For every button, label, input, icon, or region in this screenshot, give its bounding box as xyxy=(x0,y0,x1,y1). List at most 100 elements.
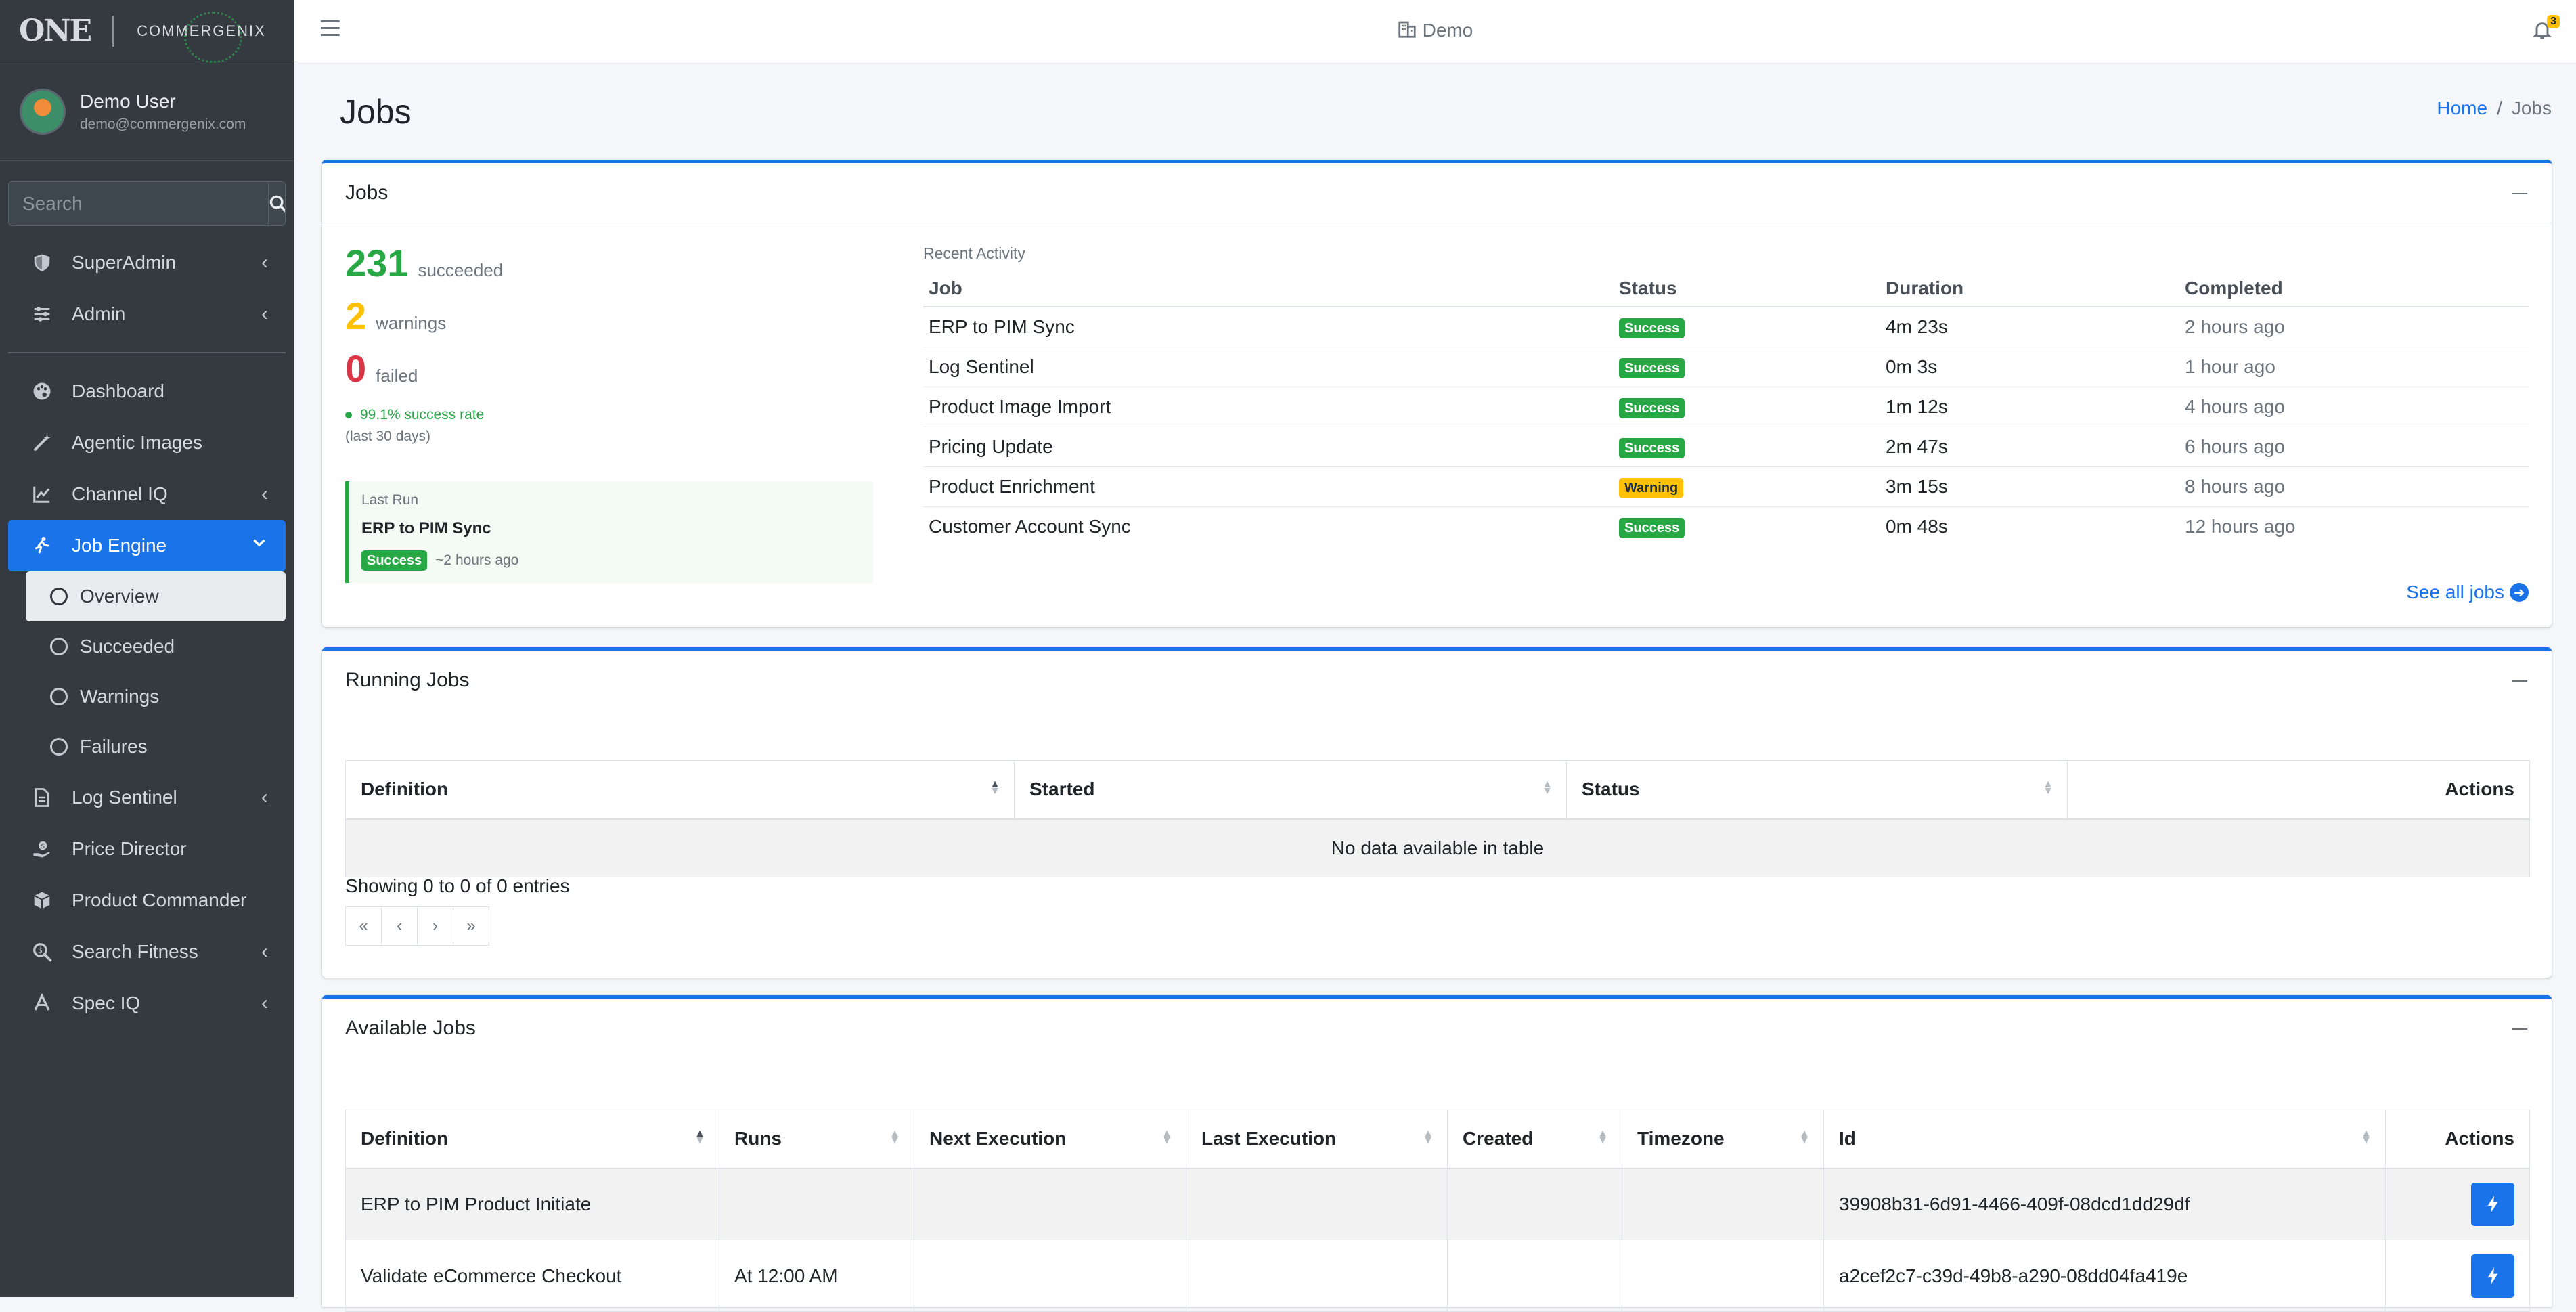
sidebar-item-dashboard[interactable]: Dashboard xyxy=(8,366,286,417)
breadcrumb-home-link[interactable]: Home xyxy=(2437,97,2487,118)
collapse-button[interactable] xyxy=(2512,193,2527,194)
recent-activity-table: Job Status Duration Completed ERP to PIM… xyxy=(923,278,2529,546)
warnings-label: warnings xyxy=(376,313,447,333)
column-header-next-execution[interactable]: Next Execution ▲ ▼ xyxy=(914,1110,1186,1169)
pager-first-button[interactable]: « xyxy=(345,906,382,946)
run-job-button[interactable] xyxy=(2471,1254,2514,1298)
pager-last-button[interactable]: » xyxy=(453,906,489,946)
sidebar-item-agentic-images[interactable]: Agentic Images xyxy=(8,417,286,468)
last-run-when: ~2 hours ago xyxy=(435,552,519,568)
sidebar-item-label: SuperAdmin xyxy=(72,252,177,273)
sidebar-item-label: Overview xyxy=(80,586,159,607)
job-status: Warning xyxy=(1614,466,1880,507)
column-header-id[interactable]: Id ▲ ▼ xyxy=(1823,1110,2386,1169)
tenant-selector[interactable]: Demo xyxy=(294,19,2576,44)
table-row[interactable]: Pricing Update Success 2m 47s 6 hours ag… xyxy=(923,427,2529,467)
sidebar-item-label: Channel IQ xyxy=(72,483,168,504)
job-completed: 4 hours ago xyxy=(2179,387,2529,427)
table-row: No data available in table xyxy=(345,818,2530,877)
search-input[interactable] xyxy=(9,182,268,225)
column-header-last-execution[interactable]: Last Execution ▲ ▼ xyxy=(1186,1110,1448,1169)
success-rate: 99.1% success rate xyxy=(345,407,880,423)
table-row[interactable]: ERP to PIM Sync Success 4m 23s 2 hours a… xyxy=(923,306,2529,347)
sidebar-item-label: Product Commander xyxy=(72,890,247,911)
user-panel[interactable]: Demo User demo@commergenix.com xyxy=(0,62,294,161)
column-header-status: Status xyxy=(1614,278,1880,307)
succeeded-count: 231 xyxy=(345,242,409,284)
column-header-created[interactable]: Created ▲ ▼ xyxy=(1447,1110,1622,1169)
collapse-button[interactable] xyxy=(2512,680,2527,682)
run-job-button[interactable] xyxy=(2471,1182,2514,1226)
circle-icon xyxy=(50,738,68,756)
sidebar-item-price-director[interactable]: $ Price Director xyxy=(8,823,286,875)
column-header-status[interactable]: Status ▲ ▼ xyxy=(1566,760,2068,820)
svg-text:$: $ xyxy=(41,843,45,850)
page-title: Jobs xyxy=(340,93,412,131)
sidebar-item-label: Agentic Images xyxy=(72,432,202,453)
user-name[interactable]: Demo User xyxy=(80,91,246,112)
succeeded-label: succeeded xyxy=(418,260,504,280)
stats-period: (last 30 days) xyxy=(345,429,431,444)
see-all-jobs-link[interactable]: See all jobs ➜ xyxy=(2406,582,2529,603)
see-all-jobs-text: See all jobs xyxy=(2406,582,2504,603)
sidebar-item-job-engine[interactable]: Job Engine xyxy=(8,520,286,571)
table-row[interactable]: Product Enrichment Warning 3m 15s 8 hour… xyxy=(923,466,2529,507)
column-header-actions: Actions xyxy=(2385,1110,2530,1169)
sidebar-item-label: Search Fitness xyxy=(72,941,198,962)
sidebar-item-label: Warnings xyxy=(80,686,160,707)
column-header-started[interactable]: Started ▲ ▼ xyxy=(1014,760,1567,820)
pager-next-button[interactable]: › xyxy=(417,906,453,946)
user-email: demo@commergenix.com xyxy=(80,116,246,132)
last-run-meta: Success ~2 hours ago xyxy=(361,550,873,571)
sidebar-subitem-succeeded[interactable]: Succeeded xyxy=(26,621,286,672)
column-header-definition[interactable]: Definition ▲ ▼ xyxy=(345,1110,719,1169)
pager-prev-button[interactable]: ‹ xyxy=(381,906,418,946)
notifications-button[interactable]: 3 xyxy=(2531,15,2560,43)
sidebar-item-label: Log Sentinel xyxy=(72,787,177,808)
avatar[interactable] xyxy=(22,90,64,133)
sidebar-item-spec-iq[interactable]: Spec IQ ‹ xyxy=(8,978,286,1029)
column-header-timezone[interactable]: Timezone ▲ ▼ xyxy=(1622,1110,1824,1169)
search-button[interactable] xyxy=(268,182,285,225)
table-row[interactable]: Product Image Import Success 1m 12s 4 ho… xyxy=(923,387,2529,427)
brand-logo[interactable]: ONE COMMERGENIX xyxy=(0,0,294,63)
sort-icon: ▲ ▼ xyxy=(694,1128,705,1146)
sidebar-item-product-commander[interactable]: Product Commander xyxy=(8,875,286,926)
sidebar-subitem-failures[interactable]: Failures xyxy=(26,722,286,772)
logo-commergenix: COMMERGENIX xyxy=(137,11,266,63)
sidebar-subitem-overview[interactable]: Overview xyxy=(26,571,286,621)
sidebar-item-label: Job Engine xyxy=(72,535,167,556)
column-header-label: Created xyxy=(1463,1128,1534,1150)
sidebar-item-channel-iq[interactable]: Channel IQ ‹ xyxy=(8,468,286,520)
column-header-runs[interactable]: Runs ▲ ▼ xyxy=(719,1110,914,1169)
table-row[interactable]: Customer Account Sync Success 0m 48s 12 … xyxy=(923,506,2529,546)
sidebar-item-superadmin[interactable]: SuperAdmin ‹ xyxy=(8,237,286,288)
job-status: Success xyxy=(1614,506,1880,546)
job-last-execution xyxy=(1186,1168,1448,1240)
job-status: Success xyxy=(1614,387,1880,427)
job-definition: Validate eCommerce Checkout xyxy=(345,1240,719,1312)
status-badge: Success xyxy=(1619,358,1685,378)
table-row[interactable]: Log Sentinel Success 0m 3s 1 hour ago xyxy=(923,347,2529,387)
sort-icon: ▲ ▼ xyxy=(990,779,1000,797)
column-header-definition[interactable]: Definition ▲ ▼ xyxy=(345,760,1015,820)
job-next-execution xyxy=(914,1240,1186,1312)
svg-text:$: $ xyxy=(38,946,43,955)
job-name: Customer Account Sync xyxy=(923,506,1614,546)
sidebar-subitem-warnings[interactable]: Warnings xyxy=(26,672,286,722)
tenant-name: Demo xyxy=(1422,20,1473,41)
job-definition: ERP to PIM Product Initiate xyxy=(345,1168,719,1240)
job-duration: 0m 48s xyxy=(1880,506,2179,546)
sidebar-item-log-sentinel[interactable]: Log Sentinel ‹ xyxy=(8,772,286,823)
sidebar-item-admin[interactable]: Admin ‹ xyxy=(8,288,286,340)
job-actions xyxy=(2385,1168,2530,1240)
collapse-button[interactable] xyxy=(2512,1028,2527,1030)
sidebar-item-search-fitness[interactable]: $ Search Fitness ‹ xyxy=(8,926,286,978)
table-header-row: Definition ▲ ▼ Runs ▲ ▼ Next Execution ▲ ▼ Las… xyxy=(345,1110,2530,1169)
job-created xyxy=(1447,1240,1622,1312)
warnings-count: 2 xyxy=(345,294,367,337)
job-last-execution xyxy=(1186,1240,1448,1312)
column-header-actions: Actions xyxy=(2067,760,2530,820)
job-duration: 1m 12s xyxy=(1880,387,2179,427)
circle-icon xyxy=(50,638,68,655)
